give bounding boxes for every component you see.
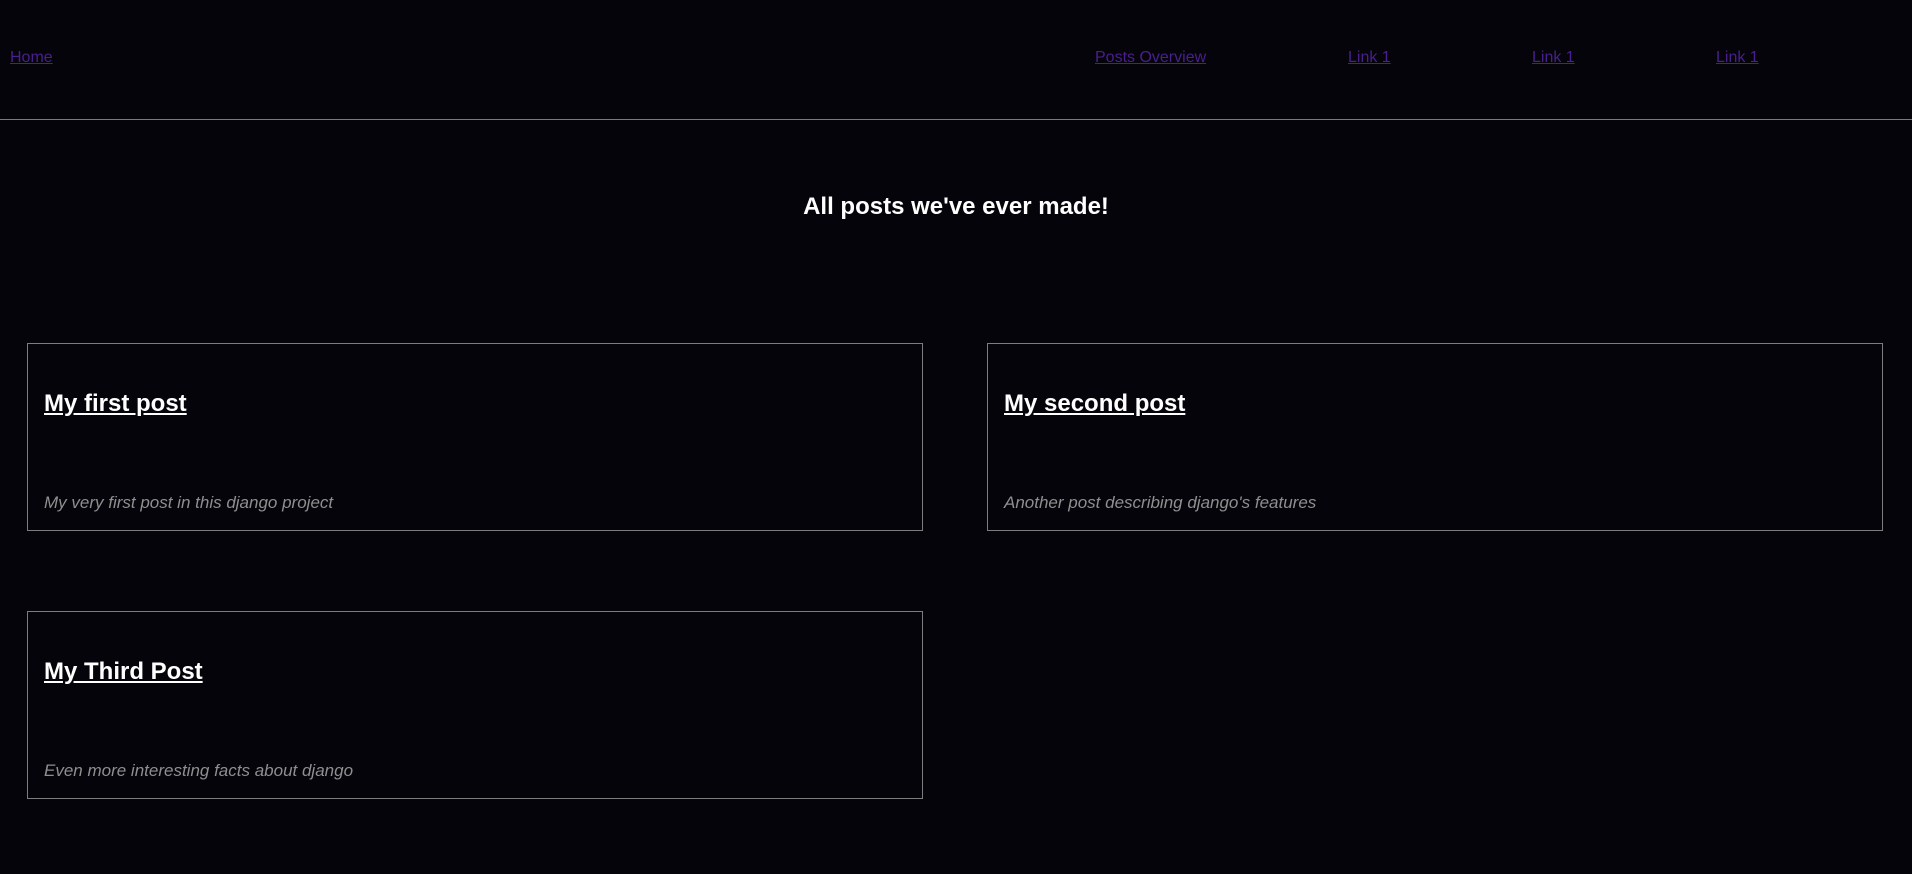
post-card: My second post Another post describing d… xyxy=(987,343,1883,531)
nav-link-home[interactable]: Home xyxy=(10,49,53,67)
page-title: All posts we've ever made! xyxy=(803,193,1109,220)
nav-link-3[interactable]: Link 1 xyxy=(1716,49,1759,67)
post-excerpt: Even more interesting facts about django xyxy=(44,761,354,780)
post-card: My Third Post Even more interesting fact… xyxy=(27,611,923,799)
nav-link-1[interactable]: Link 1 xyxy=(1348,49,1391,67)
nav-link-posts-overview[interactable]: Posts Overview xyxy=(1095,49,1206,67)
post-excerpt: Another post describing django's feature… xyxy=(1004,493,1317,512)
post-title-link[interactable]: My first post xyxy=(44,390,187,418)
post-excerpt: My very first post in this django projec… xyxy=(44,493,334,512)
nav-link-2[interactable]: Link 1 xyxy=(1532,49,1575,67)
top-navigation: Home Posts Overview Link 1 Link 1 Link 1 xyxy=(0,0,1912,120)
post-title-link[interactable]: My second post xyxy=(1004,390,1185,418)
post-title-link[interactable]: My Third Post xyxy=(44,658,203,686)
post-card: My first post My very first post in this… xyxy=(27,343,923,531)
